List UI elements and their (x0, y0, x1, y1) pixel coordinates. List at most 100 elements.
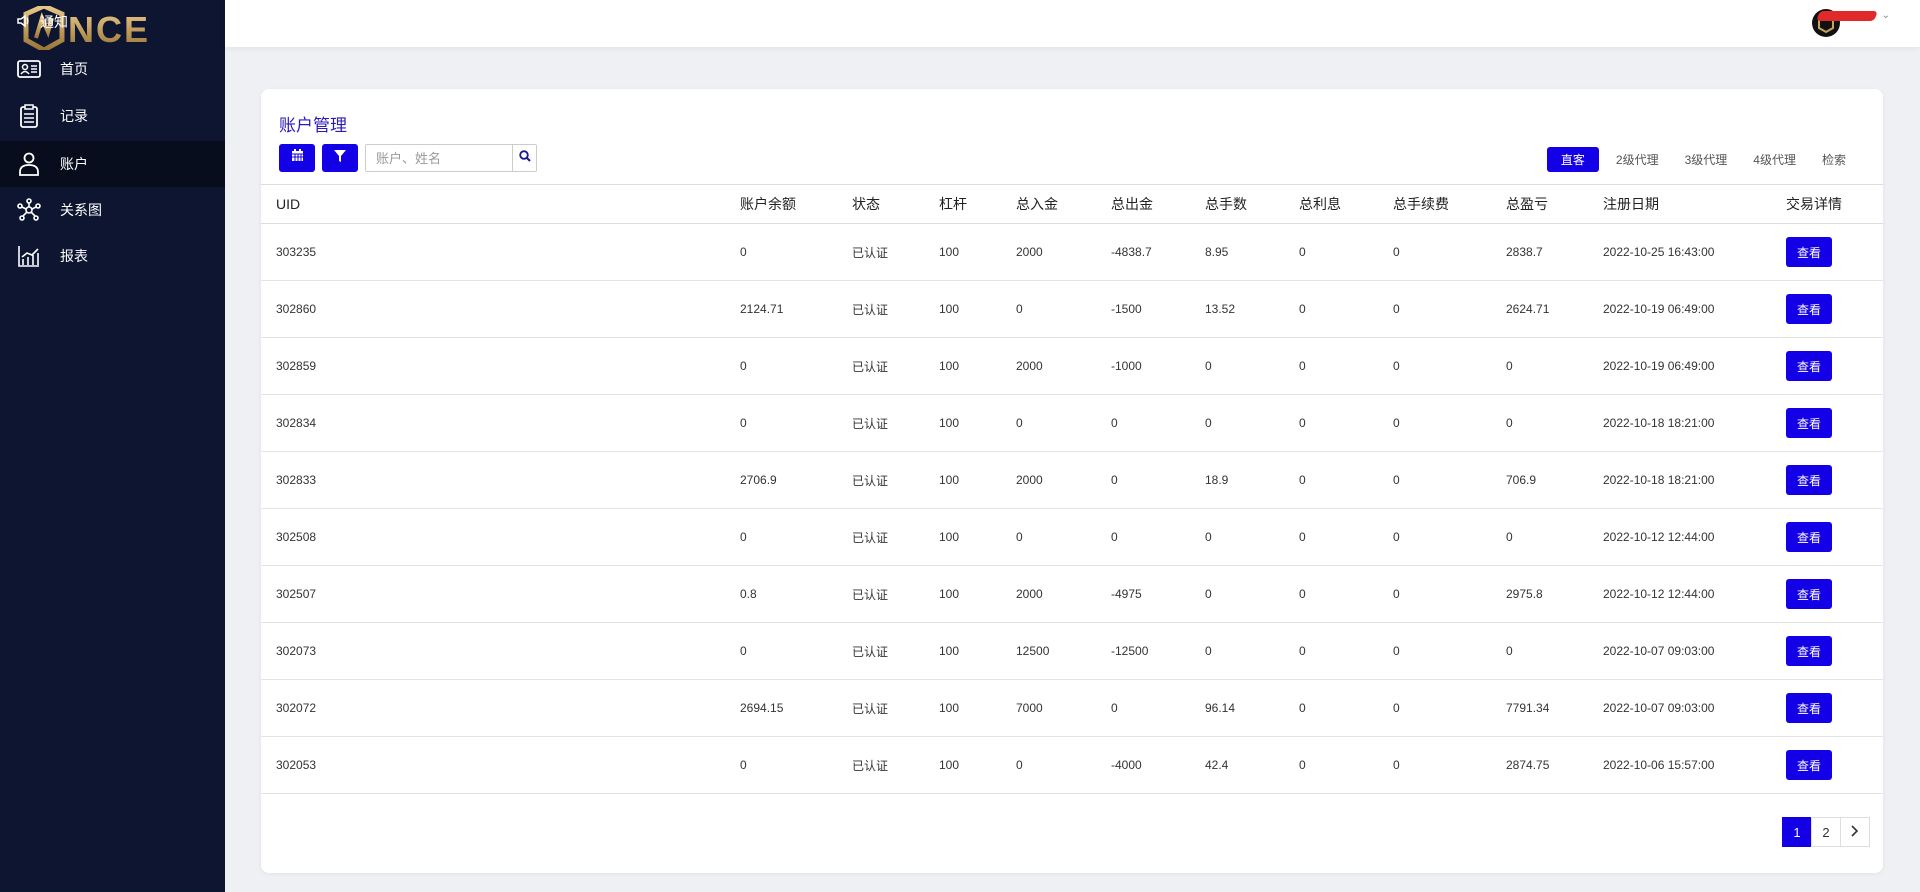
table-cell: 已认证 (852, 280, 939, 338)
sidebar-item-label: 账户 (60, 156, 88, 172)
table-cell: 0 (740, 622, 852, 680)
view-details-button[interactable]: 查看 (1786, 294, 1832, 324)
sidebar-item-accounts[interactable]: 账户 (0, 141, 225, 187)
column-header: 交易详情 (1786, 184, 1883, 224)
table-row: 302073 0 已认证 100 12500 -12500 0 0 0 0 2022-10-07 0… (261, 622, 1883, 680)
tab-direct[interactable]: 直客 (1546, 147, 1599, 172)
table-cell: 2022-10-06 15:57:00 (1603, 736, 1786, 794)
table-cell: 100 (939, 622, 1016, 680)
table-cell: 0 (1205, 565, 1299, 623)
column-header: 状态 (852, 184, 939, 224)
search-input[interactable] (366, 145, 512, 171)
table-cell: 0 (1016, 280, 1111, 338)
top-bar: ⌄ (225, 0, 1920, 47)
id-card-icon (16, 56, 42, 82)
table-cell: 0 (1393, 622, 1506, 680)
table-cell: 0 (1111, 451, 1205, 509)
accounts-table: UID 账户余额 状态 杠杆 总入金 总出金 总手数 总利息 总手续费 总盈亏 注册日期 交易详情 3… (261, 184, 1883, 794)
table-cell: 100 (939, 280, 1016, 338)
table-cell: 302834 (261, 394, 740, 452)
svg-text:NCE: NCE (68, 9, 150, 50)
view-details-button[interactable]: 查看 (1786, 465, 1832, 495)
table-cell: -4975 (1111, 565, 1205, 623)
table-row: 302859 0 已认证 100 2000 -1000 0 0 0 0 2022-10-19 06:… (261, 337, 1883, 395)
notice-button[interactable]: 通知 (16, 12, 68, 32)
view-details-button[interactable]: 查看 (1786, 237, 1832, 267)
table-cell: 0 (1299, 679, 1393, 737)
calendar-icon (291, 149, 304, 167)
table-cell: 18.9 (1205, 451, 1299, 509)
table-cell: -1000 (1111, 337, 1205, 395)
sidebar-item-records[interactable]: 记录 (0, 93, 225, 139)
table-cell: 0 (1393, 223, 1506, 281)
tab-level2[interactable]: 2级代理 (1607, 147, 1668, 172)
table-cell: 查看 (1786, 223, 1883, 281)
table-cell: 100 (939, 565, 1016, 623)
table-cell: 302833 (261, 451, 740, 509)
table-cell: 706.9 (1506, 451, 1603, 509)
table-cell: 0 (1393, 736, 1506, 794)
table-cell: 0 (1016, 394, 1111, 452)
table-cell: 0 (740, 394, 852, 452)
table-cell: 302507 (261, 565, 740, 623)
filter-button[interactable] (322, 144, 358, 172)
sidebar-item-relationship[interactable]: 关系图 (0, 187, 225, 233)
column-header: 总出金 (1111, 184, 1205, 224)
view-details-button[interactable]: 查看 (1786, 351, 1832, 381)
table-cell: 302073 (261, 622, 740, 680)
date-filter-button[interactable] (279, 144, 315, 172)
table-cell: 2022-10-18 18:21:00 (1603, 394, 1786, 452)
sidebar-item-label: 记录 (60, 108, 88, 124)
table-cell: 302508 (261, 508, 740, 566)
view-details-button[interactable]: 查看 (1786, 408, 1832, 438)
next-page-button[interactable] (1840, 817, 1870, 847)
table-cell: 2975.8 (1506, 565, 1603, 623)
table-row: 303235 0 已认证 100 2000 -4838.7 8.95 0 0 2838.7 2022… (261, 223, 1883, 281)
table-cell: 0 (1299, 280, 1393, 338)
view-details-button[interactable]: 查看 (1786, 636, 1832, 666)
table-cell: 0 (1299, 223, 1393, 281)
table-cell: 0 (1111, 394, 1205, 452)
table-cell: 2706.9 (740, 451, 852, 509)
tab-level3[interactable]: 3级代理 (1676, 147, 1737, 172)
speaker-icon (16, 13, 32, 32)
tab-search[interactable]: 检索 (1813, 147, 1855, 172)
table-cell: 2022-10-07 09:03:00 (1603, 622, 1786, 680)
table-cell: 已认证 (852, 508, 939, 566)
table-cell: 0 (1111, 679, 1205, 737)
table-cell: 100 (939, 451, 1016, 509)
table-cell: 查看 (1786, 508, 1883, 566)
table-cell: 查看 (1786, 736, 1883, 794)
view-details-button[interactable]: 查看 (1786, 693, 1832, 723)
table-cell: 2022-10-18 18:21:00 (1603, 451, 1786, 509)
redacted-username (1815, 10, 1878, 21)
table-cell: -12500 (1111, 622, 1205, 680)
page-2-button[interactable]: 2 (1811, 817, 1841, 847)
sidebar-item-home[interactable]: 首页 (0, 46, 225, 92)
table-cell: -4000 (1111, 736, 1205, 794)
table-cell: 0 (1205, 622, 1299, 680)
sidebar-item-label: 报表 (60, 248, 88, 264)
sidebar-item-reports[interactable]: 报表 (0, 233, 225, 279)
table-cell: 0 (1299, 337, 1393, 395)
search-button[interactable] (512, 145, 536, 171)
user-menu[interactable]: ⌄ (1815, 10, 1890, 21)
user-icon (16, 151, 42, 177)
table-cell: 0 (1506, 337, 1603, 395)
table-cell: 0 (1506, 394, 1603, 452)
tab-level4[interactable]: 4级代理 (1744, 147, 1805, 172)
table-cell: 0 (1111, 508, 1205, 566)
view-details-button[interactable]: 查看 (1786, 522, 1832, 552)
table-cell: 查看 (1786, 337, 1883, 395)
table-cell: 0 (740, 337, 852, 395)
page-1-button[interactable]: 1 (1782, 817, 1812, 847)
table-cell: 查看 (1786, 679, 1883, 737)
table-cell: -1500 (1111, 280, 1205, 338)
table-cell: 2022-10-25 16:43:00 (1603, 223, 1786, 281)
view-details-button[interactable]: 查看 (1786, 579, 1832, 609)
table-cell: 2022-10-19 06:49:00 (1603, 337, 1786, 395)
table-cell: 100 (939, 679, 1016, 737)
table-cell: 302859 (261, 337, 740, 395)
sidebar-item-label: 首页 (60, 61, 88, 77)
view-details-button[interactable]: 查看 (1786, 750, 1832, 780)
